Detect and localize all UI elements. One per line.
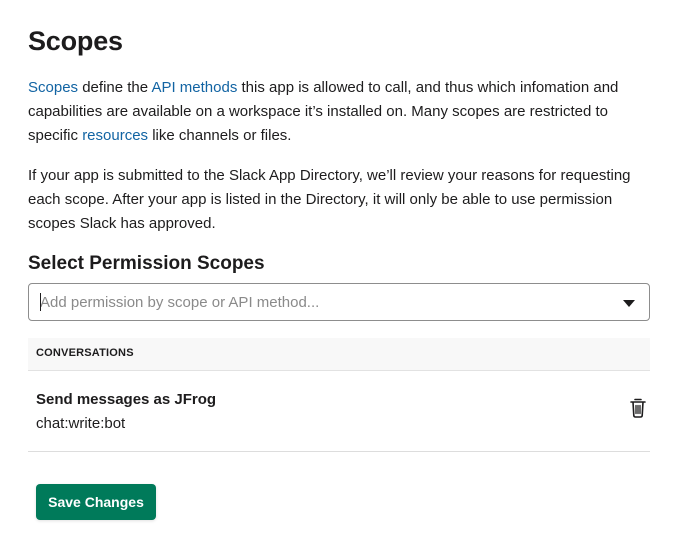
scope-search-select[interactable] xyxy=(28,283,650,321)
text-cursor xyxy=(40,293,41,311)
review-note-paragraph: If your app is submitted to the Slack Ap… xyxy=(28,167,631,232)
trash-icon xyxy=(630,398,646,418)
scope-search-input[interactable] xyxy=(40,284,610,320)
scopes-link[interactable]: Scopes xyxy=(28,79,78,96)
intro-text-a: define the xyxy=(78,79,152,96)
api-methods-link[interactable]: API methods xyxy=(151,79,237,96)
remove-scope-button[interactable] xyxy=(628,397,648,419)
chevron-down-icon[interactable] xyxy=(623,300,635,307)
scope-item-id: chat:write:bot xyxy=(36,415,126,432)
permission-scopes-heading: Select Permission Scopes xyxy=(28,253,265,274)
intro-paragraph: Scopes define the API methods this app i… xyxy=(28,76,658,148)
scope-list-item: Send messages as JFrog chat:write:bot xyxy=(28,371,650,452)
intro-text-c: like channels or files. xyxy=(148,127,292,144)
scope-item-name: Send messages as JFrog xyxy=(36,391,217,408)
section-header-label: CONVERSATIONS xyxy=(36,347,134,359)
page-title: Scopes xyxy=(28,26,123,56)
save-changes-button[interactable]: Save Changes xyxy=(36,484,156,520)
scope-section-header: CONVERSATIONS xyxy=(28,338,650,371)
resources-link[interactable]: resources xyxy=(82,127,148,144)
